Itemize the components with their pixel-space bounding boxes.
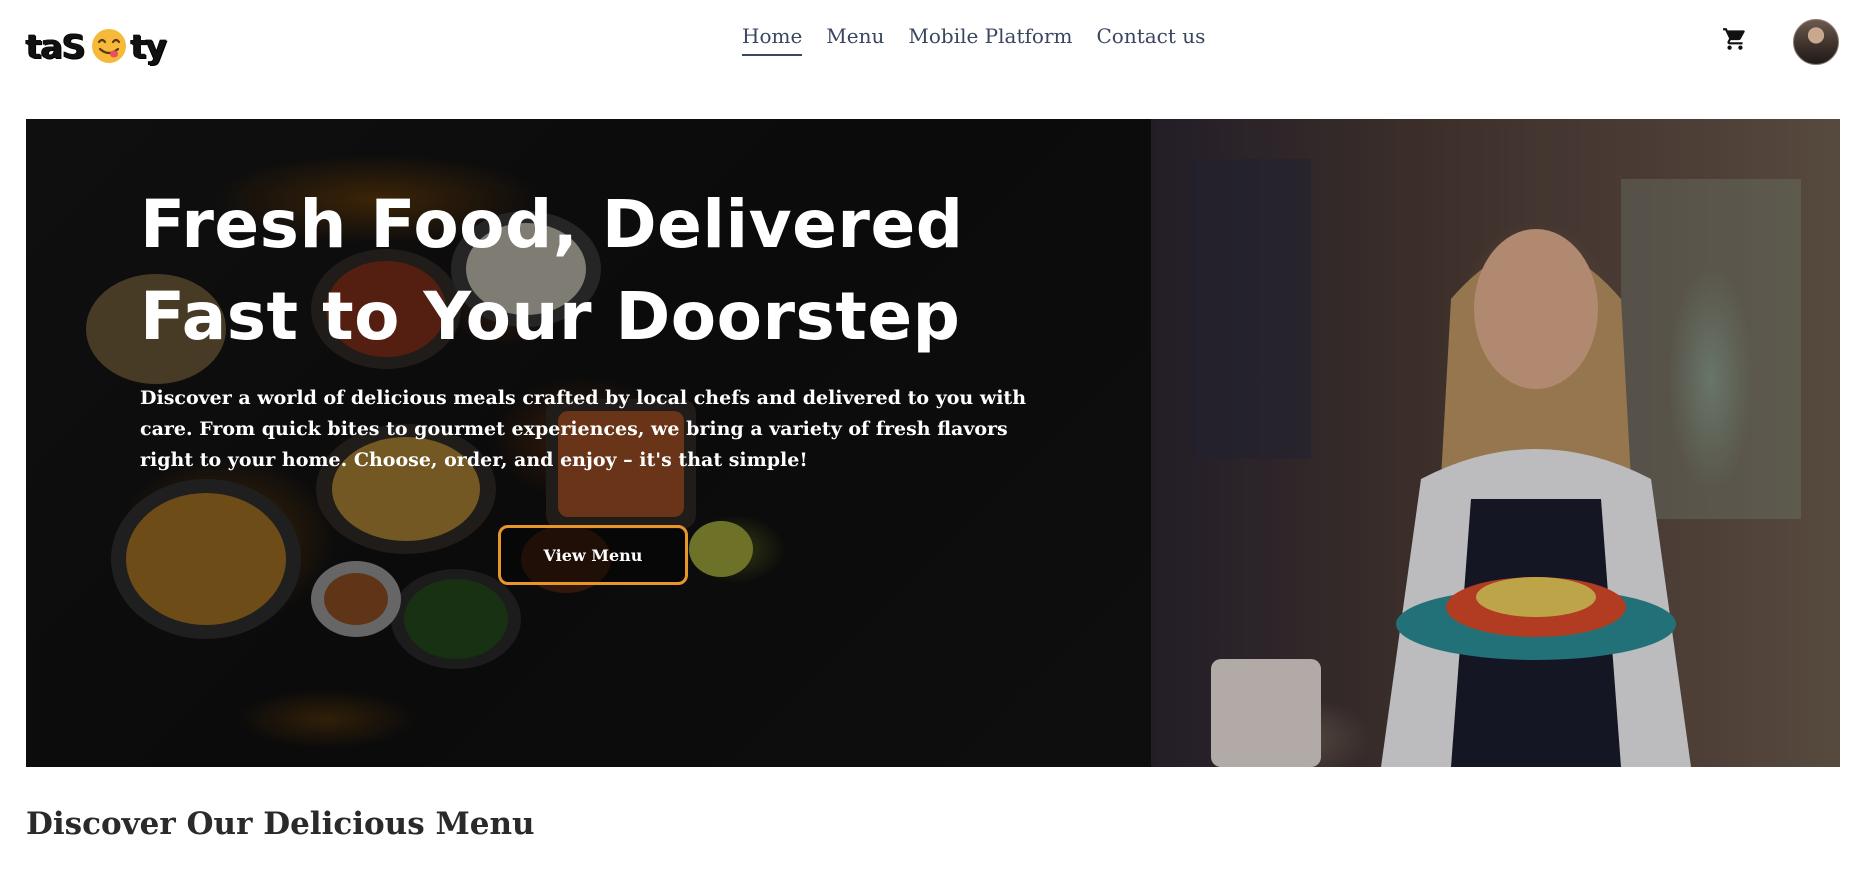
logo-text-start: taS <box>26 26 86 66</box>
hero-title-line2: Fast to Your Doorstep <box>140 278 961 355</box>
site-logo[interactable]: taS ty <box>26 24 167 68</box>
hero-chef-photo <box>1151 119 1840 767</box>
face-savoring-food-icon <box>91 28 127 64</box>
hero-title: Fresh Food, Delivered Fast to Your Doors… <box>140 179 1040 363</box>
site-header: taS ty Home Menu Mobile Platform Contact… <box>0 0 1867 90</box>
main-nav: Home Menu Mobile Platform Contact us <box>742 24 1205 56</box>
hero-description: Discover a world of delicious meals craf… <box>140 387 1027 471</box>
nav-contact-us[interactable]: Contact us <box>1096 24 1205 56</box>
view-menu-button[interactable]: View Menu <box>498 525 688 585</box>
shopping-cart-icon[interactable] <box>1722 26 1748 52</box>
user-avatar[interactable] <box>1793 19 1839 65</box>
nav-menu[interactable]: Menu <box>826 24 884 56</box>
nav-mobile-platform[interactable]: Mobile Platform <box>908 24 1072 56</box>
logo-text-end: ty <box>130 26 167 66</box>
hero-banner: Fresh Food, Delivered Fast to Your Doors… <box>26 119 1840 767</box>
menu-section-title: Discover Our Delicious Menu <box>26 806 535 842</box>
nav-home[interactable]: Home <box>742 24 803 56</box>
hero-right-overlay <box>1151 119 1840 767</box>
hero-title-line1: Fresh Food, Delivered <box>140 186 964 263</box>
